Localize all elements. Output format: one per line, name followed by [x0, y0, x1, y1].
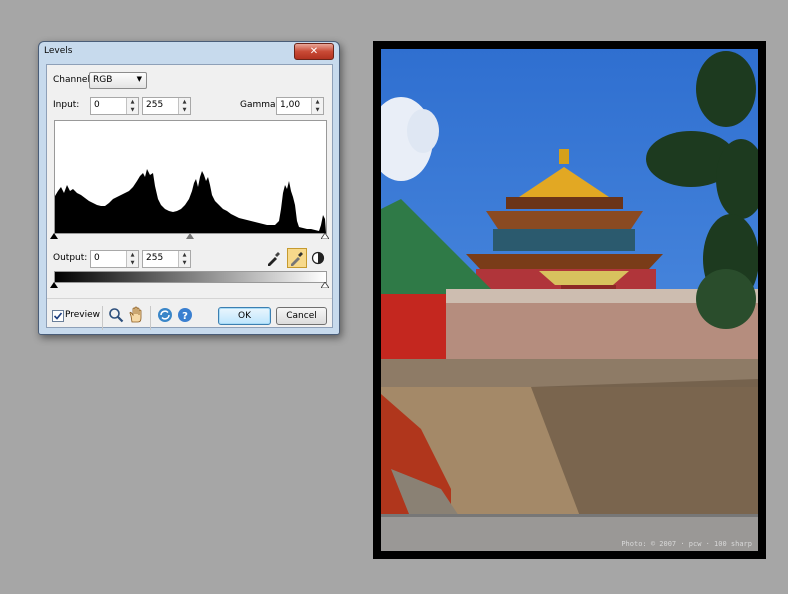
temple-photo-image: [381, 49, 758, 551]
eyedropper-black-icon: [268, 252, 280, 266]
svg-text:?: ?: [182, 311, 188, 322]
preview-label: Preview: [65, 310, 101, 320]
black-eyedropper-button[interactable]: [265, 249, 283, 267]
output-black-slider[interactable]: [50, 282, 58, 288]
input-black-value: 0: [94, 100, 100, 110]
output-white-value: 255: [146, 253, 164, 263]
output-gradient: [54, 271, 327, 283]
output-white-field[interactable]: 255 ▲ ▼: [142, 250, 191, 268]
refresh-icon: [158, 308, 172, 322]
chevron-down-icon: ▼: [136, 75, 142, 83]
output-label: Output:: [53, 253, 88, 263]
output-black-value: 0: [94, 253, 100, 263]
input-white-spinner[interactable]: ▲ ▼: [178, 98, 190, 114]
checkmark-icon: [53, 312, 63, 320]
magnifier-icon: [109, 308, 124, 323]
dialog-client-area: Channel: RGB ▼ Input: 0 ▲ ▼ 255 ▲ ▼ Gamma:…: [46, 64, 333, 330]
spin-down-icon[interactable]: ▼: [312, 106, 323, 114]
ok-button[interactable]: OK: [218, 307, 271, 325]
spin-up-icon[interactable]: ▲: [127, 251, 138, 259]
input-gamma-slider[interactable]: [186, 233, 194, 239]
output-black-spinner[interactable]: ▲ ▼: [126, 251, 138, 267]
eyedropper-gray-icon: [291, 252, 303, 266]
spin-up-icon[interactable]: ▲: [179, 98, 190, 106]
levels-dialog: Levels ✕ Channel: RGB ▼ Input: 0 ▲ ▼ 255 …: [38, 41, 340, 335]
separator: [102, 306, 103, 330]
dialog-title: Levels: [44, 46, 73, 56]
help-button[interactable]: ?: [176, 306, 194, 324]
photo-watermark: Photo: © 2007 · pcw · 100 sharp: [621, 540, 752, 548]
spin-up-icon[interactable]: ▲: [312, 98, 323, 106]
input-white-value: 255: [146, 100, 164, 110]
gray-eyedropper-button[interactable]: [287, 248, 307, 268]
contrast-icon: [311, 251, 325, 265]
white-eyedropper-button[interactable]: [309, 249, 327, 267]
pan-button[interactable]: [127, 306, 145, 324]
input-black-spinner[interactable]: ▲ ▼: [126, 98, 138, 114]
help-icon: ?: [178, 308, 192, 322]
close-button[interactable]: ✕: [294, 43, 334, 60]
spin-down-icon[interactable]: ▼: [127, 106, 138, 114]
spin-down-icon[interactable]: ▼: [179, 106, 190, 114]
cancel-button[interactable]: Cancel: [276, 307, 327, 325]
output-white-spinner[interactable]: ▲ ▼: [178, 251, 190, 267]
histogram: [54, 120, 327, 234]
preview-checkbox[interactable]: [52, 310, 64, 322]
preview-photo: Photo: © 2007 · pcw · 100 sharp: [381, 49, 758, 551]
gamma-label: Gamma:: [240, 100, 279, 110]
input-white-slider[interactable]: [321, 233, 329, 239]
reset-button[interactable]: [156, 306, 174, 324]
input-label: Input:: [53, 100, 80, 110]
spin-up-icon[interactable]: ▲: [127, 98, 138, 106]
input-white-field[interactable]: 255 ▲ ▼: [142, 97, 191, 115]
channel-label: Channel:: [53, 75, 93, 85]
channel-dropdown[interactable]: RGB ▼: [89, 72, 147, 89]
gamma-spinner[interactable]: ▲ ▼: [311, 98, 323, 114]
divider: [47, 298, 332, 299]
histogram-graph: [55, 169, 326, 233]
spin-down-icon[interactable]: ▼: [179, 259, 190, 267]
gamma-value: 1,00: [280, 100, 301, 110]
hand-icon: [129, 306, 142, 323]
input-black-slider[interactable]: [50, 233, 58, 239]
spin-up-icon[interactable]: ▲: [179, 251, 190, 259]
input-black-field[interactable]: 0 ▲ ▼: [90, 97, 139, 115]
photo-frame: Photo: © 2007 · pcw · 100 sharp: [373, 41, 766, 559]
output-black-field[interactable]: 0 ▲ ▼: [90, 250, 139, 268]
output-white-slider[interactable]: [321, 282, 329, 288]
channel-value: RGB: [93, 75, 113, 85]
separator: [150, 306, 151, 330]
spin-down-icon[interactable]: ▼: [127, 259, 138, 267]
zoom-button[interactable]: [107, 306, 125, 324]
gamma-field[interactable]: 1,00 ▲ ▼: [276, 97, 324, 115]
